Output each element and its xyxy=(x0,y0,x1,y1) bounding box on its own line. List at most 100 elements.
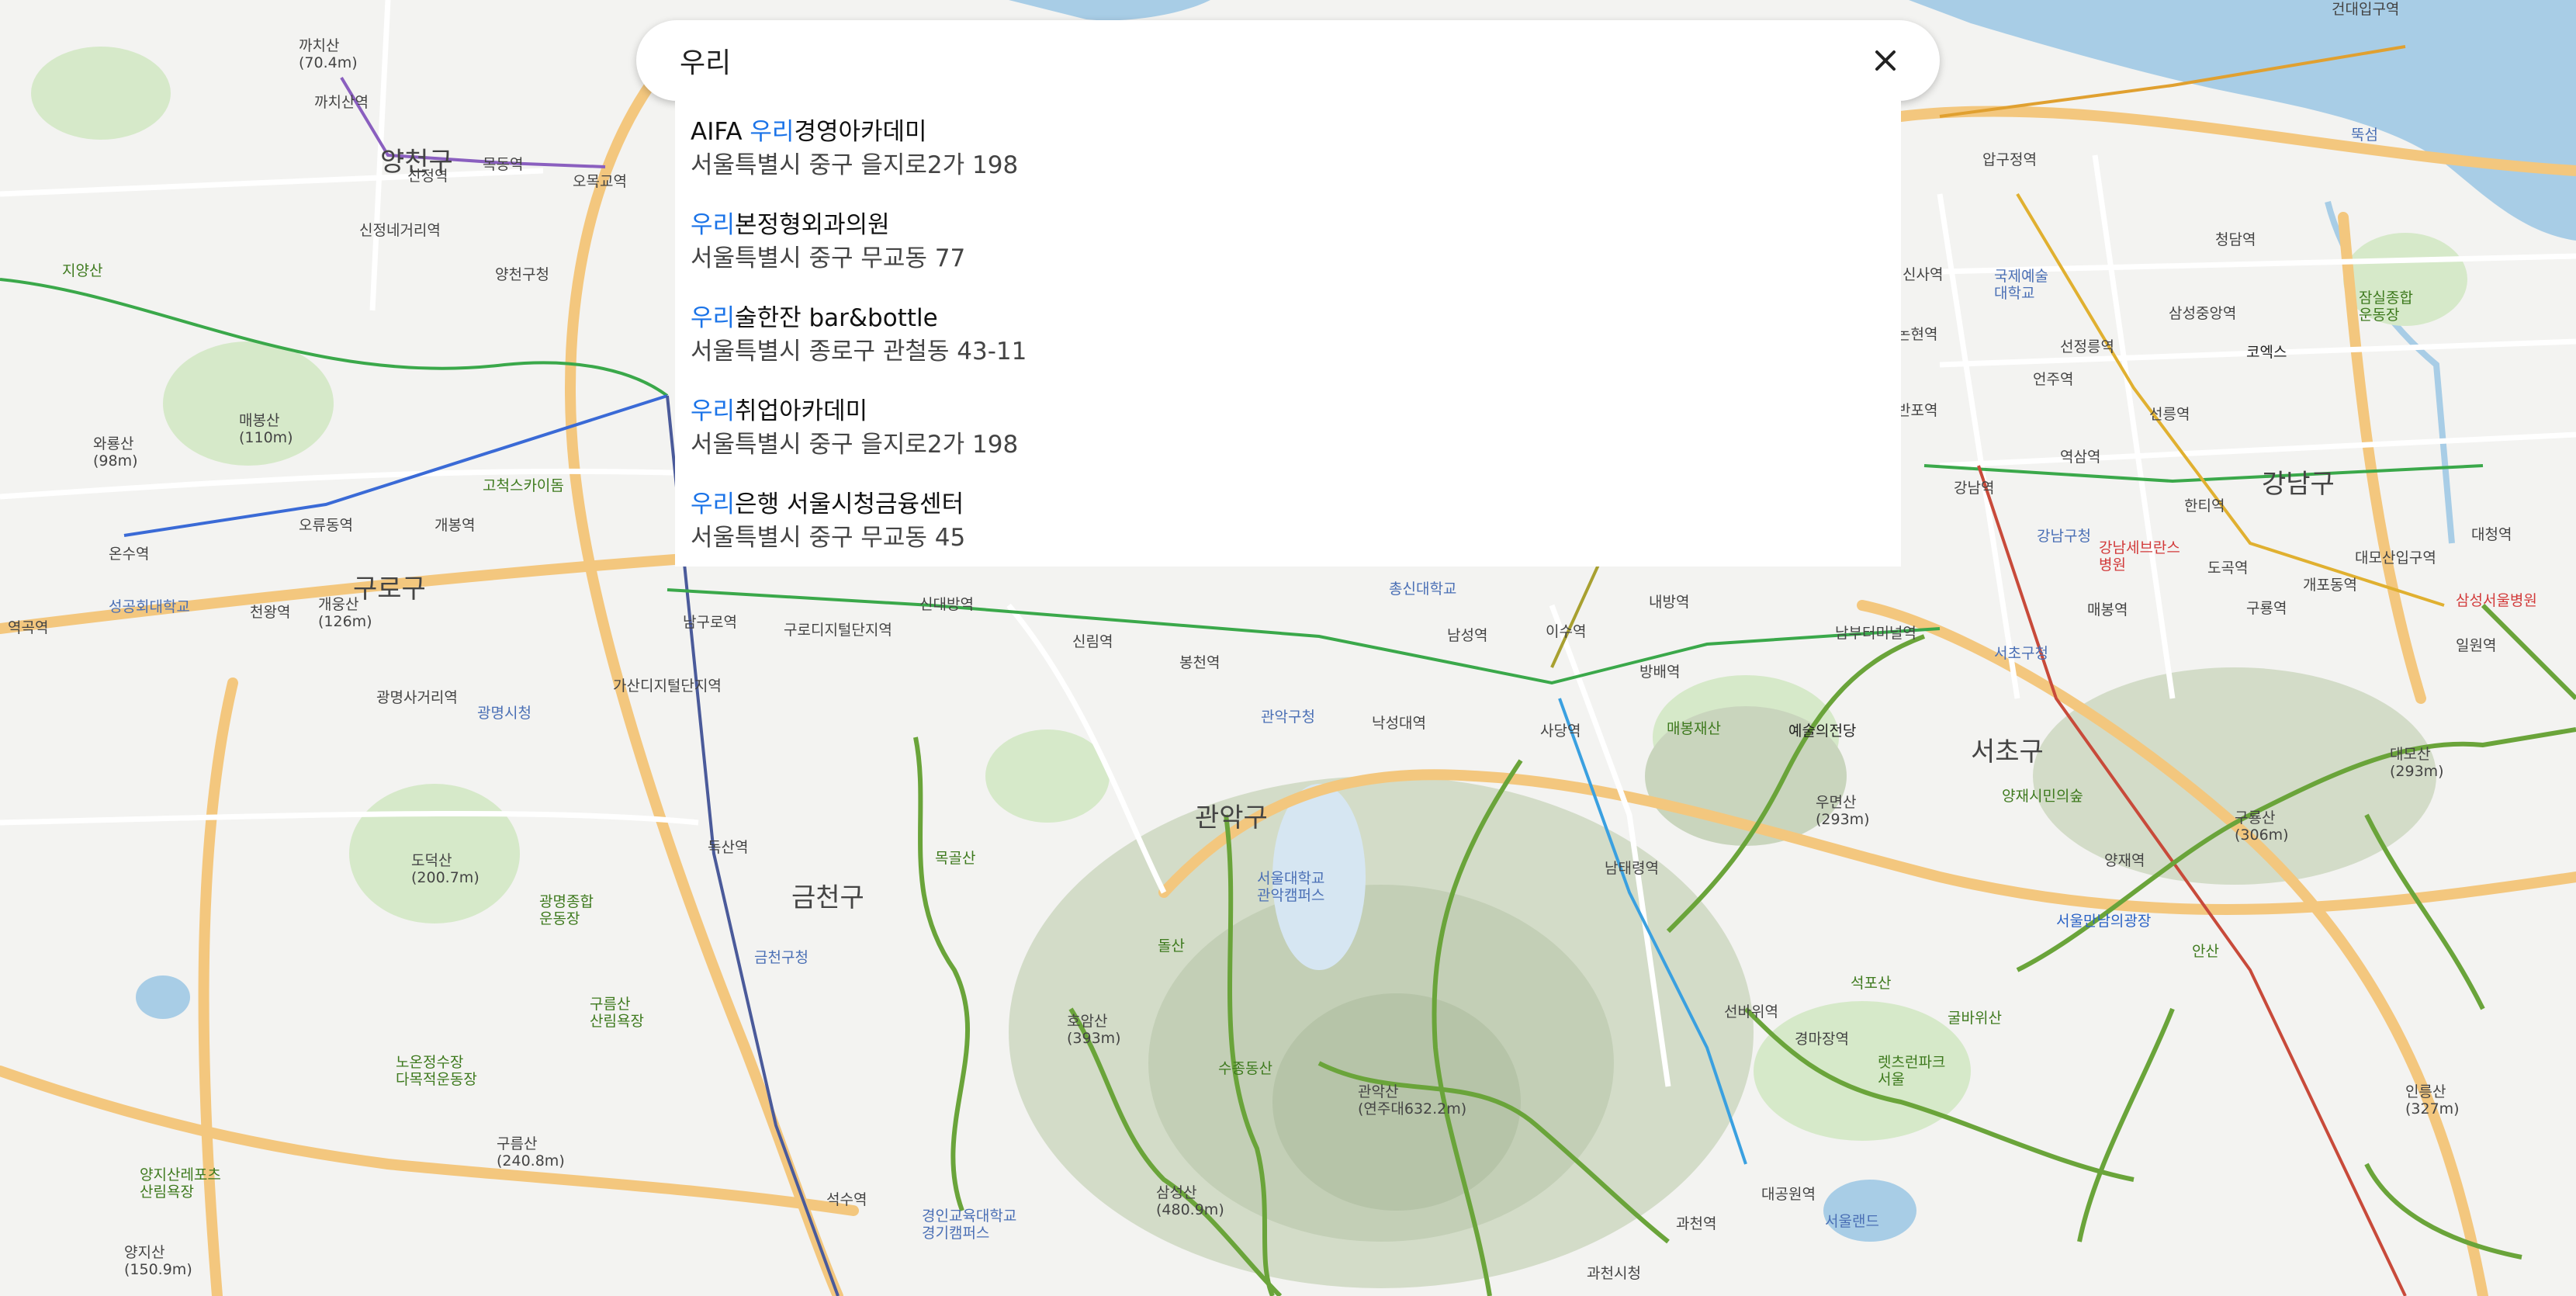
svg-text:일원역: 일원역 xyxy=(2456,637,2496,654)
suggestion-item[interactable]: 우리은행 서울시청금융센터 서울특별시 중구 무교동 45 xyxy=(675,487,1901,580)
suggestion-title: 우리은행 서울시청금융센터 xyxy=(691,490,964,518)
svg-text:선바위역: 선바위역 xyxy=(1724,1003,1778,1021)
district-guro: 구로구 xyxy=(353,573,426,605)
svg-text:천왕역: 천왕역 xyxy=(250,604,290,621)
svg-text:언주역: 언주역 xyxy=(2033,371,2073,388)
svg-text:광명시청: 광명시청 xyxy=(477,705,531,722)
suggestion-title: AIFA 우리경영아카데미 xyxy=(691,118,927,146)
clear-search-button[interactable] xyxy=(1862,37,1909,84)
svg-text:대공원역: 대공원역 xyxy=(1761,1186,1816,1203)
lake-west xyxy=(136,975,190,1019)
svg-text:양천구청: 양천구청 xyxy=(495,266,549,283)
svg-text:돌산: 돌산 xyxy=(1158,937,1185,955)
search-input[interactable] xyxy=(680,29,1862,92)
svg-text:선릉역: 선릉역 xyxy=(2149,406,2190,423)
suggestion-title: 우리본정형외과의원 xyxy=(691,211,890,239)
svg-text:성공회대학교: 성공회대학교 xyxy=(109,598,190,615)
svg-text:온수역: 온수역 xyxy=(109,546,149,563)
svg-text:청담역: 청담역 xyxy=(2215,231,2256,248)
svg-text:매봉재산: 매봉재산 xyxy=(1667,720,1721,737)
svg-text:삼성중앙역: 삼성중앙역 xyxy=(2169,305,2236,322)
suggestion-item[interactable]: 우리취업아카데미 서울특별시 중구 을지로2가 198 xyxy=(675,394,1901,487)
suggestion-item[interactable]: 우리본정형외과의원 서울특별시 중구 무교동 77 xyxy=(675,208,1901,301)
suggestion-item[interactable]: 우리술한잔 bar&bottle 서울특별시 종로구 관철동 43-11 xyxy=(675,301,1901,394)
svg-text:사당역: 사당역 xyxy=(1540,723,1581,740)
svg-text:지양산: 지양산 xyxy=(62,262,102,279)
svg-text:굴바위산: 굴바위산 xyxy=(1948,1010,2002,1027)
suggestion-address: 서울특별시 종로구 관철동 43-11 xyxy=(691,338,1027,366)
svg-text:삼성서울병원: 삼성서울병원 xyxy=(2456,592,2537,609)
suggestion-item[interactable]: AIFA 우리경영아카데미 서울특별시 중구 을지로2가 198 xyxy=(675,115,1901,208)
svg-text:수종동산: 수종동산 xyxy=(1218,1060,1272,1077)
svg-text:대모산입구역: 대모산입구역 xyxy=(2355,549,2436,567)
svg-text:강남구청: 강남구청 xyxy=(2037,528,2091,545)
svg-text:경마장역: 경마장역 xyxy=(1795,1031,1849,1048)
svg-text:한티역: 한티역 xyxy=(2184,497,2225,515)
svg-text:석수역: 석수역 xyxy=(826,1191,867,1208)
svg-text:남성역: 남성역 xyxy=(1447,627,1487,644)
svg-text:압구정역: 압구정역 xyxy=(1982,151,2037,168)
district-gwanak: 관악구 xyxy=(1195,802,1268,833)
svg-text:양재역: 양재역 xyxy=(2104,852,2145,869)
svg-text:뚝섬: 뚝섬 xyxy=(2351,126,2378,144)
svg-text:안산: 안산 xyxy=(2192,943,2219,960)
svg-text:구로디지털단지역: 구로디지털단지역 xyxy=(784,622,892,639)
svg-text:고척스카이돔: 고척스카이돔 xyxy=(483,477,564,494)
svg-text:까치산역: 까치산역 xyxy=(314,94,369,111)
svg-text:이수역: 이수역 xyxy=(1546,623,1586,640)
svg-text:남부터미널역: 남부터미널역 xyxy=(1835,625,1916,642)
lake xyxy=(1823,1180,1916,1242)
suggestion-title: 우리취업아카데미 xyxy=(691,397,868,425)
svg-text:건대입구역: 건대입구역 xyxy=(2332,1,2399,18)
district-gangnam: 강남구 xyxy=(2262,469,2335,500)
svg-text:목동역: 목동역 xyxy=(483,156,523,173)
suggestion-address: 서울특별시 중구 무교동 45 xyxy=(691,524,966,552)
svg-text:신사역: 신사역 xyxy=(1903,266,1943,283)
svg-text:금천구청: 금천구청 xyxy=(754,949,808,966)
svg-text:내방역: 내방역 xyxy=(1649,594,1689,611)
svg-text:서울만남의광장: 서울만남의광장 xyxy=(2056,913,2151,930)
svg-text:관악구청: 관악구청 xyxy=(1261,709,1315,726)
district-seocho: 서초구 xyxy=(1971,736,2044,768)
svg-text:서초구청: 서초구청 xyxy=(1994,645,2048,662)
svg-text:과천역: 과천역 xyxy=(1676,1215,1716,1232)
svg-text:역곡역: 역곡역 xyxy=(8,619,48,636)
svg-text:신정네거리역: 신정네거리역 xyxy=(359,222,441,239)
autocomplete-suggestions: AIFA 우리경영아카데미 서울특별시 중구 을지로2가 198 우리본정형외과… xyxy=(675,101,1901,567)
svg-text:매봉역: 매봉역 xyxy=(2087,601,2128,619)
svg-text:총신대학교: 총신대학교 xyxy=(1389,580,1456,598)
svg-text:와룡산(98m): 와룡산 (98m) xyxy=(93,435,138,470)
svg-text:광명사거리역: 광명사거리역 xyxy=(376,689,458,706)
svg-text:코엑스: 코엑스 xyxy=(2246,344,2287,361)
svg-text:신림역: 신림역 xyxy=(1072,633,1113,650)
svg-text:도곡역: 도곡역 xyxy=(2207,560,2248,577)
svg-text:남구로역: 남구로역 xyxy=(683,614,737,631)
suggestion-address: 서울특별시 중구 을지로2가 198 xyxy=(691,431,1019,459)
close-icon xyxy=(1875,50,1896,71)
search-bar xyxy=(636,20,1940,101)
svg-text:봉천역: 봉천역 xyxy=(1179,654,1220,671)
suggestion-address: 서울특별시 중구 을지로2가 198 xyxy=(691,151,1019,179)
svg-text:신대방역: 신대방역 xyxy=(919,596,974,613)
svg-text:예술의전당: 예술의전당 xyxy=(1788,723,1856,740)
district-geumcheon: 금천구 xyxy=(791,882,864,913)
suggestion-title: 우리술한잔 bar&bottle xyxy=(691,304,938,332)
svg-text:방배역: 방배역 xyxy=(1639,664,1680,681)
svg-text:대청역: 대청역 xyxy=(2471,526,2512,543)
svg-text:개포동역: 개포동역 xyxy=(2303,577,2357,594)
svg-text:개봉역: 개봉역 xyxy=(435,517,475,534)
suggestion-address: 서울특별시 중구 무교동 77 xyxy=(691,244,966,272)
svg-text:과천시청: 과천시청 xyxy=(1587,1265,1641,1282)
svg-text:서울대학교관악캠퍼스: 서울대학교 관악캠퍼스 xyxy=(1257,870,1324,904)
svg-text:독산역: 독산역 xyxy=(708,839,748,856)
svg-text:구룡역: 구룡역 xyxy=(2246,600,2287,617)
svg-text:서울랜드: 서울랜드 xyxy=(1825,1213,1879,1230)
svg-text:선정릉역: 선정릉역 xyxy=(2060,338,2114,355)
svg-text:오류동역: 오류동역 xyxy=(299,517,353,534)
svg-text:신정역: 신정역 xyxy=(407,168,448,185)
svg-text:반포역: 반포역 xyxy=(1897,402,1937,419)
svg-text:강남역: 강남역 xyxy=(1954,480,1994,497)
svg-text:남태령역: 남태령역 xyxy=(1605,860,1659,877)
svg-text:역삼역: 역삼역 xyxy=(2060,449,2100,466)
svg-text:오목교역: 오목교역 xyxy=(573,173,627,190)
